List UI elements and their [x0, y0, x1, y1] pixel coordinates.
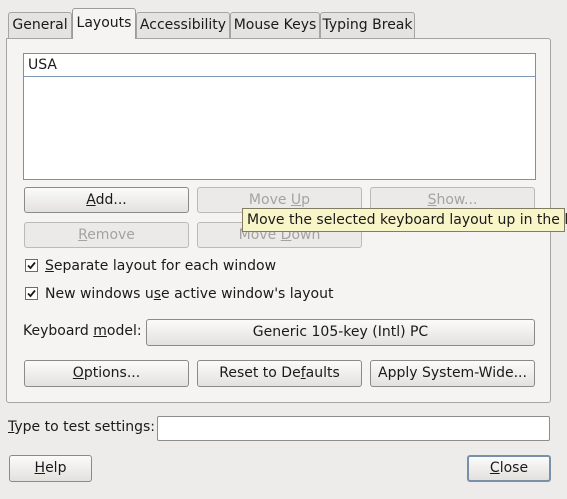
mnemonic: A	[86, 192, 96, 208]
button-text: Reset to De	[219, 365, 301, 381]
checkbox-label: Separate layout for each window	[45, 258, 277, 274]
button-text: Apply System-Wide...	[378, 365, 527, 381]
button-text: lose	[499, 460, 529, 476]
checkbox-checked-icon[interactable]	[25, 287, 38, 300]
mnemonic: U	[290, 192, 302, 208]
remove-button[interactable]: Remove	[24, 222, 189, 248]
tab-layouts[interactable]: Layouts	[72, 8, 136, 39]
mnemonic: C	[489, 460, 500, 476]
list-item-label: USA	[28, 57, 57, 73]
tab-label: Accessibility	[139, 17, 227, 33]
move-up-tooltip: Move the selected keyboard layout up in …	[242, 208, 567, 232]
keyboard-model-value: Generic 105-key (Intl) PC	[252, 324, 429, 340]
keyboard-model-label: Keyboard model:	[23, 323, 142, 339]
apply-system-wide-button[interactable]: Apply System-Wide...	[370, 360, 535, 387]
options-button[interactable]: Options...	[24, 360, 189, 387]
tab-label: Layouts	[76, 15, 132, 31]
close-button[interactable]: Close	[467, 455, 551, 482]
checkbox-checked-icon[interactable]	[25, 259, 38, 272]
button-text: p	[301, 192, 311, 208]
tab-label: Typing Break	[322, 17, 413, 33]
tab-typing-break[interactable]: Typing Break	[320, 12, 415, 38]
test-settings-input[interactable]	[157, 416, 550, 441]
button-text: ptions...	[83, 365, 141, 381]
tab-accessibility[interactable]: Accessibility	[136, 12, 230, 38]
tab-label: General	[12, 17, 68, 33]
button-text: Move	[248, 192, 291, 208]
list-item[interactable]: USA	[24, 54, 535, 77]
test-settings-label: Type to test settings:	[8, 419, 155, 435]
tab-general[interactable]: General	[8, 12, 72, 38]
separate-layout-checkbox[interactable]: Separate layout for each window	[25, 257, 276, 275]
keyboard-model-button[interactable]: Generic 105-key (Intl) PC	[146, 319, 535, 346]
mnemonic: O	[72, 365, 84, 381]
button-text: emove	[87, 227, 135, 243]
checkbox-label: New windows use active window's layout	[45, 286, 334, 302]
help-button[interactable]: Help	[9, 455, 92, 482]
layouts-list[interactable]: USA	[23, 53, 536, 180]
use-active-window-layout-checkbox[interactable]: New windows use active window's layout	[25, 285, 333, 303]
tooltip-text: Move the selected keyboard layout up in …	[247, 212, 567, 228]
add-button[interactable]: Add...	[24, 187, 189, 213]
tab-mouse-keys[interactable]: Mouse Keys	[230, 12, 320, 38]
button-text: aults	[305, 365, 340, 381]
button-text: how...	[436, 192, 478, 208]
mnemonic: H	[34, 460, 46, 476]
reset-to-defaults-button[interactable]: Reset to Defaults	[197, 360, 362, 387]
tab-label: Mouse Keys	[233, 17, 317, 33]
mnemonic: R	[78, 227, 88, 243]
button-text: elp	[45, 460, 67, 476]
button-text: dd...	[95, 192, 127, 208]
